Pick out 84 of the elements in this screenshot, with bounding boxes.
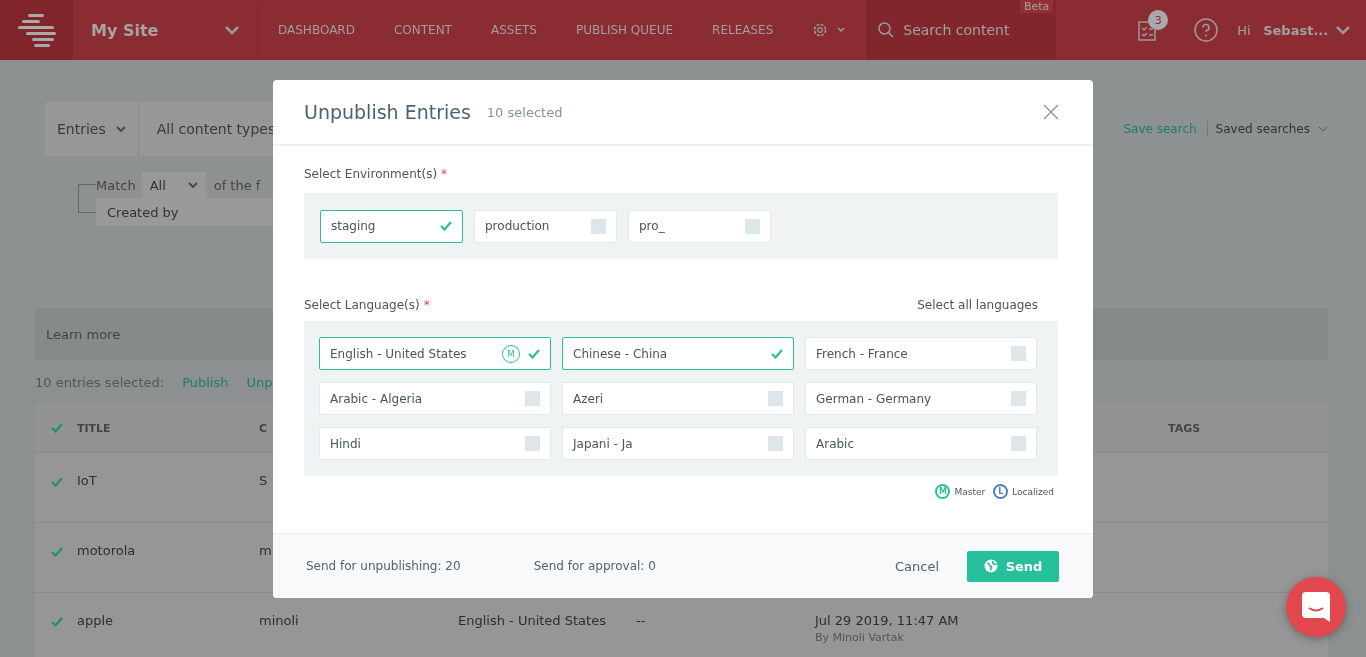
- cancel-button[interactable]: Cancel: [888, 557, 945, 575]
- match-text: of the f: [213, 177, 261, 193]
- table-cell: m: [259, 543, 272, 558]
- chevron-down-icon: [187, 181, 198, 189]
- selected-count: 10 selected: [486, 104, 563, 120]
- column-header: TITLE: [77, 421, 111, 435]
- checkbox[interactable]: [1011, 346, 1026, 361]
- checkbox[interactable]: [745, 218, 760, 234]
- beta-badge: Beta: [1019, 0, 1054, 13]
- user-menu[interactable]: Hi Sebast...: [1231, 21, 1357, 39]
- checkbox[interactable]: [591, 218, 606, 234]
- nav-link[interactable]: CONTENT: [393, 23, 452, 37]
- logo-icon[interactable]: [0, 0, 73, 60]
- selection-count: 10 entries selected:: [35, 374, 165, 390]
- legend-label: Localized: [1012, 486, 1054, 497]
- date-cell: Jul 29 2019, 11:47 AM: [815, 613, 959, 628]
- checkbox[interactable]: [525, 436, 540, 451]
- check-icon: [528, 348, 540, 359]
- close-icon[interactable]: [1043, 104, 1059, 120]
- tasks-icon[interactable]: [1138, 19, 1157, 41]
- table-cell: --: [636, 613, 646, 628]
- language-option[interactable]: Arabic: [805, 427, 1037, 460]
- chevron-down-icon: [1336, 25, 1351, 35]
- language-option[interactable]: Japani - Ja: [562, 427, 794, 460]
- checkbox[interactable]: [768, 436, 783, 451]
- check-icon[interactable]: [51, 423, 63, 433]
- saved-searches-dropdown[interactable]: Saved searches: [1215, 122, 1328, 136]
- send-button[interactable]: Send: [967, 550, 1059, 582]
- check-icon: [440, 221, 452, 231]
- match-dropdown[interactable]: All: [141, 172, 206, 198]
- select-all-link[interactable]: Select all languages: [917, 298, 1038, 312]
- language-option[interactable]: Arabic - Algeria: [319, 382, 551, 415]
- section-label: Select Environment(s): [304, 167, 438, 181]
- column-header: TAGS: [1168, 421, 1201, 435]
- help-icon[interactable]: [1194, 18, 1219, 42]
- nav-link[interactable]: PUBLISH QUEUE: [575, 23, 674, 37]
- site-selector[interactable]: My Site: [73, 0, 257, 60]
- check-icon[interactable]: [51, 547, 63, 557]
- check-icon: [771, 348, 783, 359]
- environment-option[interactable]: staging: [320, 209, 463, 243]
- chevron-down-icon: [225, 25, 239, 35]
- language-option[interactable]: French - France: [805, 337, 1037, 370]
- check-icon[interactable]: [51, 617, 63, 627]
- notification-badge: 3: [1148, 10, 1169, 30]
- author-text: By Minoli Vartak: [815, 631, 905, 644]
- environment-option[interactable]: production: [474, 209, 617, 243]
- nav-link[interactable]: RELEASES: [712, 23, 774, 37]
- checkbox[interactable]: [1011, 436, 1026, 451]
- settings-icon[interactable]: [812, 21, 847, 39]
- chat-icon: [1302, 592, 1330, 622]
- checkbox[interactable]: [768, 391, 783, 406]
- column-header: C: [259, 421, 268, 435]
- language-option[interactable]: English - United States M: [319, 337, 551, 370]
- connector-line: [78, 184, 96, 199]
- unpublishing-count: Send for unpublishing: 20: [306, 559, 461, 573]
- required-mark: *: [423, 298, 430, 312]
- approval-count: Send for approval: 0: [533, 559, 656, 573]
- nav-link[interactable]: ASSETS: [490, 23, 537, 37]
- check-icon[interactable]: [51, 477, 63, 487]
- language-option[interactable]: Hindi: [319, 427, 551, 460]
- nav-link[interactable]: DASHBOARD: [278, 23, 355, 37]
- chevron-down-icon: [1318, 125, 1328, 133]
- table-cell: S: [259, 473, 268, 488]
- chevron-down-icon: [115, 125, 126, 133]
- entries-dropdown[interactable]: Entries: [45, 102, 139, 156]
- language-option[interactable]: Chinese - China: [562, 337, 794, 370]
- section-label: Select Language(s): [304, 298, 420, 312]
- table-cell: motorola: [77, 543, 136, 558]
- table-cell: minoli: [259, 613, 299, 628]
- environment-option[interactable]: pro_: [628, 209, 771, 243]
- language-option[interactable]: Azeri: [562, 382, 794, 415]
- learn-more-link[interactable]: Learn more: [46, 326, 121, 342]
- table-cell: IoT: [77, 473, 97, 488]
- match-label: Match: [96, 177, 136, 193]
- globe-icon: [983, 559, 998, 573]
- language-option[interactable]: German - Germany: [805, 382, 1037, 415]
- required-mark: *: [441, 167, 448, 181]
- checkbox[interactable]: [525, 391, 540, 406]
- checkbox[interactable]: [1011, 391, 1026, 406]
- legend-badge: L: [993, 484, 1009, 499]
- legend-label: Master: [954, 486, 986, 497]
- table-cell: apple: [77, 613, 114, 628]
- table-cell: English - United States: [458, 613, 606, 628]
- legend-badge: M: [935, 484, 951, 499]
